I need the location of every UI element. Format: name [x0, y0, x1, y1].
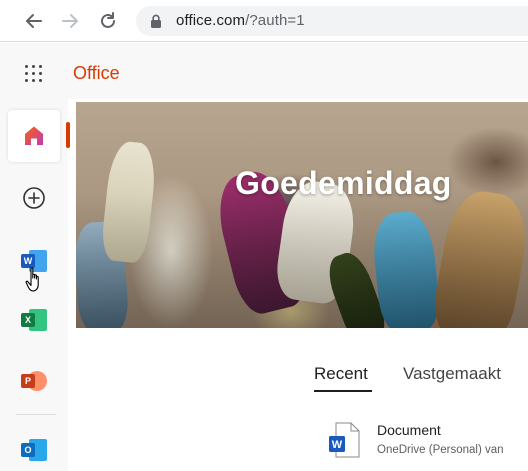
tab-recent[interactable]: Recent: [314, 364, 368, 384]
powerpoint-icon: P: [21, 370, 47, 392]
active-indicator: [66, 122, 70, 148]
lock-icon: [151, 14, 161, 28]
excel-icon: X: [21, 309, 47, 331]
document-name: Document: [377, 422, 441, 438]
office-brand-link[interactable]: Office: [73, 63, 120, 84]
rail-item-outlook[interactable]: O: [8, 424, 60, 471]
office-header: Office: [0, 43, 528, 99]
arrow-right-icon: [62, 14, 78, 28]
rail-item-powerpoint[interactable]: P: [8, 355, 60, 407]
document-location: OneDrive (Personal) van: [377, 444, 504, 456]
reload-icon: [101, 12, 115, 28]
url-host: office.com: [176, 12, 246, 29]
recent-document-row[interactable]: W Document OneDrive (Personal) van: [320, 418, 528, 468]
home-icon: [25, 126, 43, 145]
back-button[interactable]: [22, 9, 46, 33]
forward-button[interactable]: [58, 9, 82, 33]
outlook-icon: O: [21, 439, 47, 461]
rail-item-excel[interactable]: X: [8, 294, 60, 346]
address-bar[interactable]: office.com/?auth=1: [136, 6, 528, 36]
browser-toolbar: office.com/?auth=1: [0, 0, 528, 42]
url-text: office.com/?auth=1: [176, 12, 305, 29]
rail-item-create[interactable]: [8, 172, 60, 224]
reload-button[interactable]: [96, 9, 120, 33]
word-document-icon: W: [329, 422, 360, 458]
rail-divider: [16, 414, 56, 415]
app-launcher-icon[interactable]: [24, 64, 44, 84]
arrow-left-icon: [26, 14, 42, 28]
rail-item-home[interactable]: [8, 110, 60, 162]
banner-shade: [76, 102, 528, 328]
plus-circle-icon: [23, 187, 45, 209]
tab-selected-underline: [314, 390, 372, 392]
url-path: /?auth=1: [245, 12, 305, 29]
svg-text:W: W: [332, 439, 343, 451]
hand-cursor-icon: [25, 267, 39, 292]
greeting-title: Goedemiddag: [235, 165, 452, 201]
hero-banner: [76, 102, 528, 328]
tab-pinned[interactable]: Vastgemaakt: [403, 364, 501, 384]
